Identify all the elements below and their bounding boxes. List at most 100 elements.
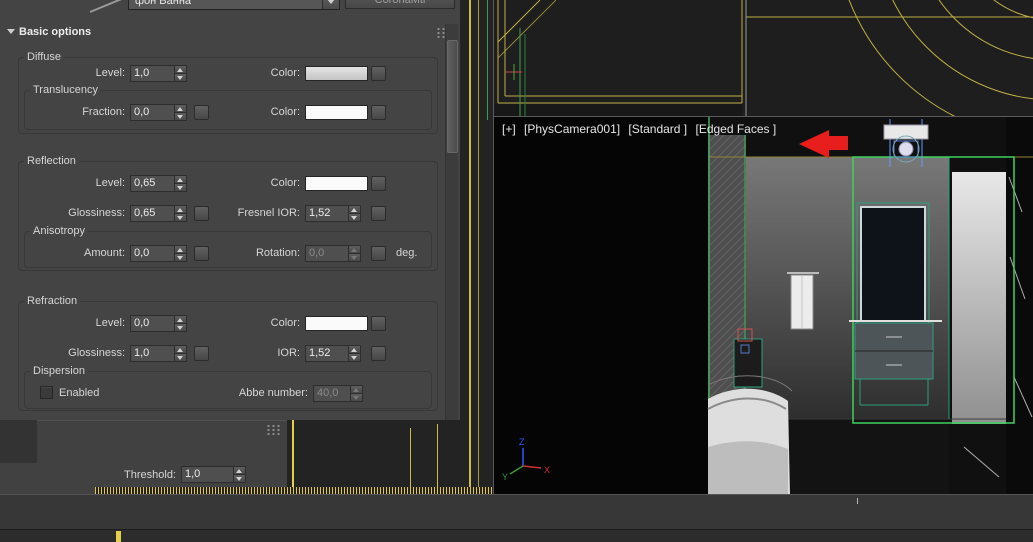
spinner-arrows-icon[interactable] [348, 346, 360, 361]
reflection-color-map-button[interactable] [371, 176, 386, 191]
spinner-arrows-icon[interactable] [348, 246, 360, 261]
threshold-spinner[interactable]: 1,0 [181, 466, 246, 483]
panel-scrollbar[interactable] [445, 24, 458, 420]
fresnel-ior-map-button[interactable] [371, 206, 386, 221]
material-name-value: фон Ванна [135, 0, 192, 7]
diffuse-color-label: Color: [270, 67, 300, 79]
dispersion-enabled-checkbox[interactable] [40, 386, 53, 399]
spinner-value[interactable]: 1,0 [131, 66, 174, 81]
diffuse-group-label: Diffuse [24, 50, 65, 65]
refraction-glossiness-map-button[interactable] [194, 346, 209, 361]
timeline-bar [0, 494, 1033, 542]
reflection-level-spinner[interactable]: 0,65 [130, 175, 187, 192]
reflection-glossiness-map-button[interactable] [194, 206, 209, 221]
refraction-group-label: Refraction [24, 294, 81, 309]
refraction-ior-spinner[interactable]: 1,52 [305, 345, 361, 362]
anisotropy-amount-map-button[interactable] [194, 246, 209, 261]
wire-line [478, 0, 479, 497]
anisotropy-rotation-spinner[interactable]: 0,0 [305, 245, 361, 262]
material-class-button[interactable]: CoronaMtl [345, 0, 455, 9]
viewport-menu-camera[interactable]: [PhysCamera001] [524, 122, 620, 136]
axis-y-label: Y [502, 472, 508, 482]
lower-rollout-panel [0, 420, 287, 497]
spinner-value[interactable]: 0,0 [131, 105, 174, 120]
spinner-value[interactable]: 1,0 [131, 346, 174, 361]
refraction-glossiness-spinner[interactable]: 1,0 [130, 345, 187, 362]
spinner-value[interactable]: 0,0 [131, 246, 174, 261]
spinner-arrows-icon[interactable] [174, 206, 186, 221]
anisotropy-group-label: Anisotropy [30, 224, 88, 239]
spinner-arrows-icon[interactable] [174, 346, 186, 361]
reflection-color-label: Color: [270, 177, 300, 189]
spinner-value[interactable]: 0,0 [306, 246, 348, 261]
viewport-menu-general[interactable]: [+] [502, 122, 516, 136]
spinner-arrows-icon[interactable] [348, 206, 360, 221]
spinner-value[interactable]: 0,65 [131, 206, 174, 221]
axis-tripod: Z Y X [502, 437, 550, 482]
timeline-tick [857, 498, 858, 504]
dropdown-arrow-icon[interactable] [322, 0, 339, 9]
axis-z-label: Z [519, 437, 525, 447]
anisotropy-rotation-map-button[interactable] [371, 246, 386, 261]
anisotropy-rotation-label: Rotation: [255, 247, 300, 259]
fresnel-ior-label: Fresnel IOR: [237, 207, 300, 219]
anisotropy-amount-label: Amount: [84, 247, 125, 259]
spinner-arrows-icon[interactable] [350, 386, 362, 401]
fresnel-ior-spinner[interactable]: 1,52 [305, 205, 361, 222]
translucency-color-swatch[interactable] [305, 105, 368, 120]
refraction-color-map-button[interactable] [371, 316, 386, 331]
spinner-value[interactable]: 40,0 [314, 386, 350, 401]
spinner-value[interactable]: 0,65 [131, 176, 174, 191]
abbe-number-label: Abbe number: [238, 387, 308, 399]
axis-x-label: X [544, 465, 550, 475]
rollout-title: Basic options [19, 26, 92, 38]
rollout-expand-icon[interactable] [7, 29, 15, 34]
translucency-color-map-button[interactable] [371, 105, 386, 120]
3dsmax-window: фон Ванна CoronaMtl Basic options Diffus… [0, 0, 1033, 542]
refraction-ior-map-button[interactable] [371, 346, 386, 361]
dispersion-group-label: Dispersion [30, 364, 88, 379]
diffuse-color-map-button[interactable] [371, 66, 386, 81]
abbe-number-spinner[interactable]: 40,0 [313, 385, 363, 402]
refraction-level-spinner[interactable]: 0,0 [130, 315, 187, 332]
diffuse-color-swatch[interactable] [305, 66, 368, 81]
reflection-color-swatch[interactable] [305, 176, 368, 191]
top-viewport[interactable] [493, 0, 1033, 116]
spinner-value[interactable]: 1,0 [182, 467, 233, 482]
time-slider-marker[interactable] [116, 531, 121, 542]
material-name-dropdown[interactable]: фон Ванна [128, 0, 340, 10]
wire-line [292, 420, 294, 497]
top-viewport-wireframe [494, 0, 1033, 116]
spinner-arrows-icon[interactable] [174, 316, 186, 331]
spinner-arrows-icon[interactable] [174, 246, 186, 261]
translucency-fraction-map-button[interactable] [194, 105, 209, 120]
camera-viewport-scene: Z Y X [502, 117, 1033, 494]
viewport-menu-shading[interactable]: [Standard ] [628, 122, 687, 136]
diffuse-level-spinner[interactable]: 1,0 [130, 65, 187, 82]
spinner-arrows-icon[interactable] [174, 66, 186, 81]
refraction-color-swatch[interactable] [305, 316, 368, 331]
wire-line [469, 0, 471, 497]
scrollbar-thumb[interactable] [447, 40, 458, 153]
reflection-glossiness-spinner[interactable]: 0,65 [130, 205, 187, 222]
track-bar[interactable] [0, 529, 1033, 542]
drag-handle-icon[interactable] [266, 424, 280, 436]
dispersion-enabled-label: Enabled [59, 387, 100, 399]
rollout-header-basic-options[interactable]: Basic options [0, 24, 444, 40]
spinner-arrows-icon[interactable] [174, 176, 186, 191]
camera-viewport[interactable]: Z Y X [+] [PhysCamera001] [Standard ] [E… [493, 116, 1033, 494]
spinner-value[interactable]: 1,52 [306, 206, 348, 221]
clipped-panel-region [0, 420, 37, 463]
refraction-ior-label: IOR: [277, 347, 300, 359]
anisotropy-amount-spinner[interactable]: 0,0 [130, 245, 187, 262]
reflection-glossiness-label: Glossiness: [68, 207, 125, 219]
spinner-value[interactable]: 1,52 [306, 346, 348, 361]
spinner-arrows-icon[interactable] [233, 467, 245, 482]
spinner-value[interactable]: 0,0 [131, 316, 174, 331]
translucency-fraction-spinner[interactable]: 0,0 [130, 104, 187, 121]
spinner-arrows-icon[interactable] [174, 105, 186, 120]
translucency-color-label: Color: [270, 106, 300, 118]
viewport-menu-edged-faces[interactable]: [Edged Faces ] [695, 122, 776, 136]
viewport-label: [+] [PhysCamera001] [Standard ] [Edged F… [502, 122, 781, 136]
sample-stroke-icon [89, 0, 122, 13]
